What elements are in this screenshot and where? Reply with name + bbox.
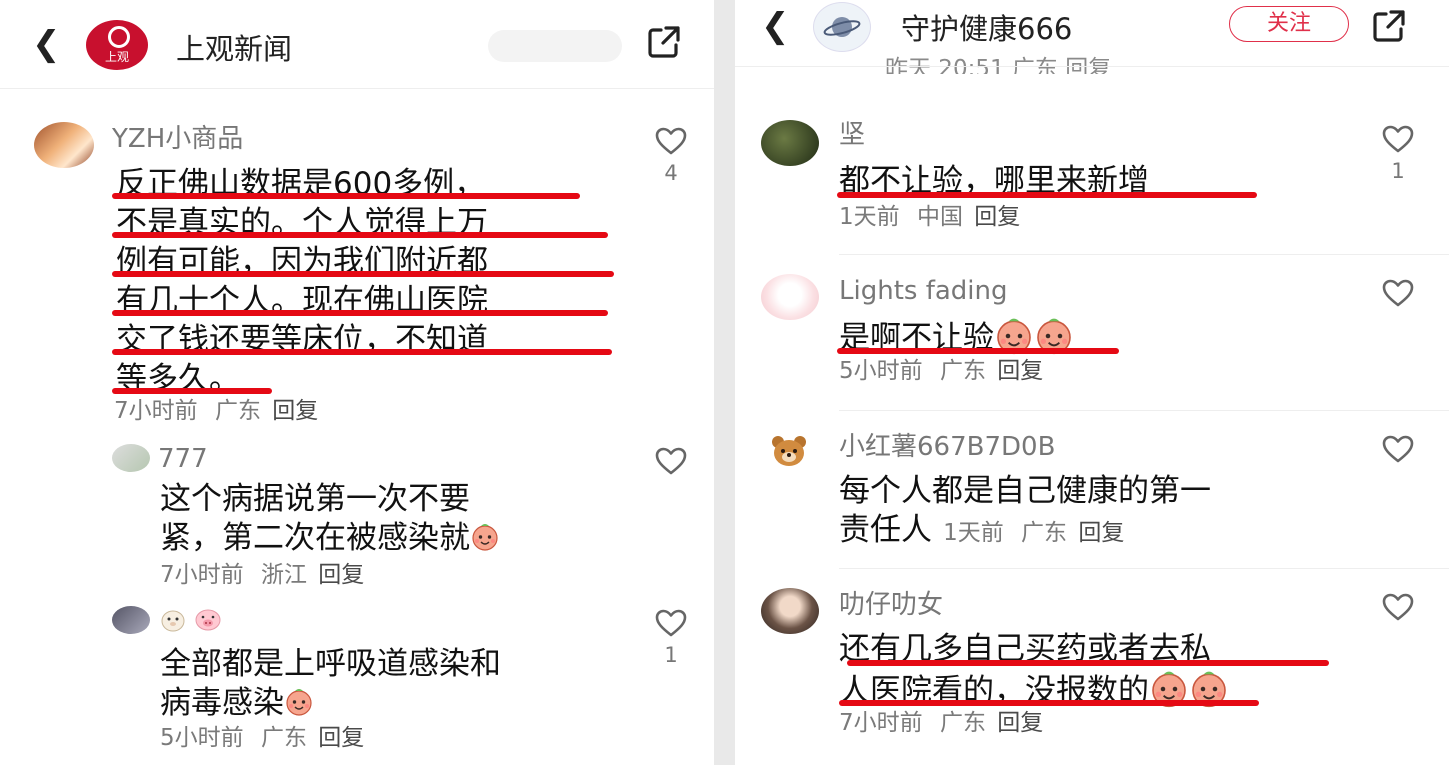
planet-icon <box>823 17 861 37</box>
comment-line-wrap: 责任人 1天前 广东 回复 <box>839 511 1124 550</box>
heart-icon[interactable] <box>654 446 688 476</box>
red-underline <box>839 700 1259 706</box>
comment-location: 广东 <box>939 710 986 736</box>
comment-meta: 1天前 中国 回复 <box>839 202 1020 232</box>
comment-username[interactable]: 坚 <box>839 118 865 152</box>
comment-time: 5小时前 <box>839 358 923 384</box>
reply-button[interactable]: 回复 <box>318 725 364 751</box>
comment-location: 广东 <box>214 398 261 424</box>
avatar[interactable] <box>761 120 819 166</box>
red-underline <box>112 193 580 199</box>
follow-button[interactable]: 关注 <box>1229 6 1349 42</box>
comment-time: 7小时前 <box>160 562 244 588</box>
comment-time: 1天前 <box>943 520 1004 546</box>
bear-icon <box>772 436 806 466</box>
comment-username[interactable]: YZH小商品 <box>112 122 243 156</box>
comment-line: 全部都是上呼吸道感染和 <box>160 646 501 682</box>
right-screenshot: ❮ 守护健康666 关注 昨天 20:51 广东 回复 坚 都不让验，哪里来新增… <box>735 0 1449 765</box>
comment-line-wrap: 病毒感染 <box>160 684 314 723</box>
heart-icon[interactable] <box>1381 278 1415 308</box>
like-count: 1 <box>1391 159 1405 183</box>
like-count: 4 <box>664 161 678 185</box>
avatar[interactable] <box>34 122 94 168</box>
avatar[interactable] <box>761 588 819 634</box>
comment-location: 广东 <box>939 358 986 384</box>
comment-meta: 7小时前 广东 回复 <box>839 708 1043 738</box>
reply-button[interactable]: 回复 <box>1078 520 1124 546</box>
comment-location: 浙江 <box>260 562 307 588</box>
pig-emoji-icon <box>195 609 221 631</box>
comment-line: 每个人都是自己健康的第一 <box>839 473 1211 509</box>
emoji-username[interactable] <box>158 604 223 634</box>
bear-avatar[interactable] <box>769 434 809 468</box>
comment-line: 病毒感染 <box>160 685 284 721</box>
heart-icon[interactable] <box>1381 592 1415 622</box>
heart-icon[interactable] <box>1381 124 1415 154</box>
reply-button[interactable]: 回复 <box>997 358 1043 384</box>
comment-meta: 7小时前 广东 回复 <box>114 396 318 426</box>
comment-time: 7小时前 <box>839 710 923 736</box>
comment-username[interactable]: 叻仔叻女 <box>839 588 943 622</box>
red-underline <box>112 271 614 277</box>
red-underline <box>112 310 608 316</box>
avatar[interactable] <box>112 606 150 634</box>
back-icon[interactable]: ❮ <box>761 4 790 48</box>
comment-meta: 1天前 广东 回复 <box>943 520 1124 546</box>
red-underline <box>837 348 1119 354</box>
avatar[interactable] <box>112 444 150 472</box>
page-title: 上观新闻 <box>176 32 293 66</box>
comment-time: 7小时前 <box>114 398 198 424</box>
avatar[interactable] <box>761 274 819 320</box>
comment-location: 广东 <box>1021 520 1068 546</box>
comment-username[interactable]: Lights fading <box>839 274 1008 308</box>
red-underline <box>112 388 272 394</box>
reply-button[interactable]: 回复 <box>997 710 1043 736</box>
comment-line-wrap: 紧，第二次在被感染就 <box>160 519 500 558</box>
header-divider <box>0 88 714 89</box>
comment-divider <box>839 254 1449 255</box>
comment-line: 责任人 <box>839 512 932 548</box>
comment-line: 这个病据说第一次不要 <box>160 481 470 517</box>
comment-meta: 7小时前 浙江 回复 <box>160 560 364 590</box>
red-underline <box>112 349 612 355</box>
header-divider <box>735 66 1449 67</box>
alpaca-emoji-icon <box>161 610 185 632</box>
comment-time: 5小时前 <box>160 725 244 751</box>
heart-icon[interactable] <box>654 126 688 156</box>
comment-username[interactable]: 小红薯667B7D0B <box>839 430 1055 464</box>
heart-icon[interactable] <box>654 608 688 638</box>
comment-username[interactable]: 777 <box>158 442 208 476</box>
red-underline <box>837 192 1257 198</box>
left-screenshot: ❮ 上观 上观新闻 YZH小商品 反正佛山数据是600多例， 不是真实的。个人觉… <box>0 0 714 765</box>
like-count: 1 <box>664 643 678 667</box>
comment-location: 广东 <box>260 725 307 751</box>
heart-icon[interactable] <box>1381 434 1415 464</box>
page-title: 守护健康666 <box>901 12 1073 46</box>
comment-location: 中国 <box>916 204 963 230</box>
reply-button[interactable]: 回复 <box>974 204 1020 230</box>
reply-button[interactable]: 回复 <box>272 398 318 424</box>
share-icon[interactable] <box>646 24 682 60</box>
emoji-icon <box>470 522 500 552</box>
comment-divider <box>839 568 1449 569</box>
header-pill <box>488 30 622 62</box>
red-underline <box>112 232 608 238</box>
back-icon[interactable]: ❮ <box>32 22 61 66</box>
emoji-icon <box>284 687 314 717</box>
clipped-comment-meta: 昨天 20:51 广东 回复 <box>885 56 1112 74</box>
top-bar: ❮ 上观 上观新闻 <box>0 0 714 88</box>
publisher-logo[interactable]: 上观 <box>86 20 148 70</box>
avatar[interactable] <box>813 2 871 52</box>
comment-time: 1天前 <box>839 204 900 230</box>
comment-meta: 5小时前 广东 回复 <box>839 356 1043 386</box>
share-icon[interactable] <box>1371 8 1407 44</box>
red-underline <box>847 660 1329 666</box>
logo-text: 上观 <box>104 50 129 64</box>
comment-divider <box>839 410 1449 411</box>
reply-button[interactable]: 回复 <box>318 562 364 588</box>
comment-line: 紧，第二次在被感染就 <box>160 520 470 556</box>
comment-meta: 5小时前 广东 回复 <box>160 723 364 753</box>
